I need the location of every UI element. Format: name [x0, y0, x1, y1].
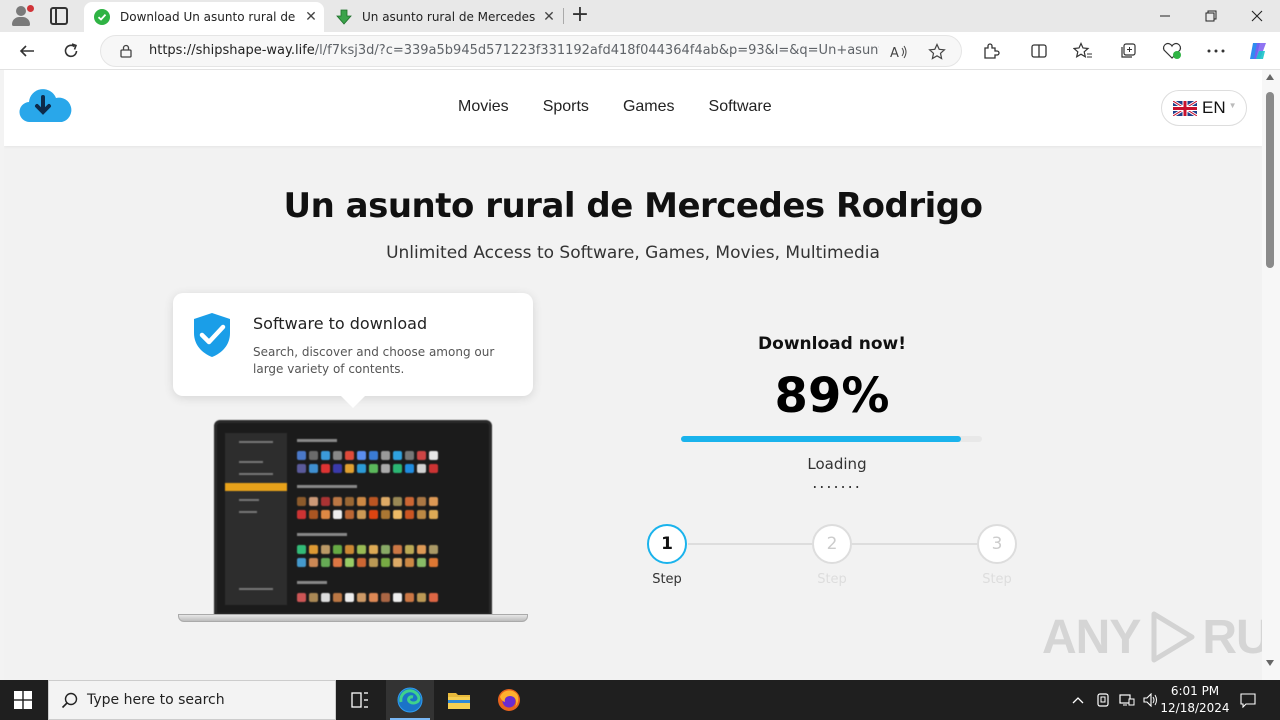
task-view-icon[interactable]	[336, 680, 384, 720]
browser-tab-bar: Download Un asunto rural de Mercedes Rod…	[0, 0, 1280, 32]
language-label: EN	[1202, 98, 1226, 117]
watermark-right: RUN	[1202, 610, 1262, 664]
menu-item-movies[interactable]: Movies	[458, 98, 509, 116]
new-tab-icon[interactable]: +	[568, 4, 592, 28]
card-title: Software to download	[253, 314, 428, 333]
search-placeholder: Type here to search	[87, 692, 225, 708]
tab-separator	[563, 8, 564, 24]
network-icon[interactable]	[1116, 680, 1138, 720]
scroll-down-icon[interactable]	[1266, 660, 1274, 666]
url-text[interactable]: https://shipshape-way.life/l/f7ksj3d/?c=…	[149, 43, 879, 58]
step-3-label: Step	[982, 572, 1012, 587]
split-screen-icon[interactable]	[1024, 37, 1054, 65]
tab-title: Download Un asunto rural de Mercedes Rod…	[120, 10, 298, 24]
info-card: Software to download Search, discover an…	[173, 293, 533, 408]
notifications-icon[interactable]	[1236, 680, 1260, 720]
cloud-download-icon[interactable]	[18, 88, 72, 126]
check-circle-icon	[94, 9, 110, 25]
page-title: Un asunto rural de Mercedes Rodrigo	[283, 186, 983, 226]
browser-toolbar: https://shipshape-way.life/l/f7ksj3d/?c=…	[0, 32, 1280, 70]
taskbar-search-box[interactable]: Type here to search	[48, 680, 336, 720]
loading-dots: .......	[812, 473, 862, 492]
copilot-icon[interactable]	[1243, 37, 1273, 65]
menu-item-software[interactable]: Software	[709, 98, 772, 116]
tab-title: Un asunto rural de Mercedes Rodrigo	[362, 10, 536, 24]
svg-text:A: A	[890, 46, 899, 60]
windows-taskbar: Type here to search 6:01 PM 12/18/2024	[0, 680, 1280, 720]
progress-bar	[681, 436, 982, 442]
profile-icon[interactable]	[10, 5, 34, 27]
step-3-circle: 3	[977, 524, 1017, 564]
step-1-label: Step	[652, 572, 682, 587]
language-selector[interactable]: EN ▼	[1161, 90, 1247, 126]
lock-icon[interactable]	[119, 44, 133, 58]
laptop-screen	[214, 420, 492, 616]
shield-check-icon	[194, 313, 230, 357]
anyrun-watermark: ANY RUN	[1042, 608, 1262, 666]
clock-time: 6:01 PM	[1170, 684, 1220, 698]
device-icon[interactable]	[1092, 680, 1114, 720]
watermark-left: ANY	[1042, 610, 1141, 664]
main-menu: Movies Sports Games Software	[458, 98, 772, 116]
url-host: https://shipshape-way.life	[149, 43, 315, 58]
file-explorer-icon[interactable]	[435, 680, 483, 720]
tab-close-icon[interactable]: ✕	[298, 9, 324, 25]
menu-item-sports[interactable]: Sports	[543, 98, 589, 116]
play-icon	[1151, 611, 1195, 663]
menu-item-games[interactable]: Games	[623, 98, 675, 116]
download-title: Download now!	[758, 334, 906, 354]
clock-date: 12/18/2024	[1160, 701, 1230, 715]
extensions-icon[interactable]	[976, 37, 1006, 65]
address-bar[interactable]: https://shipshape-way.life/l/f7ksj3d/?c=…	[100, 35, 962, 67]
page-viewport: Movies Sports Games Software EN ▼ Un asu…	[4, 70, 1262, 680]
tab-second-page[interactable]: Un asunto rural de Mercedes Rodrigo ✕	[326, 2, 562, 32]
minimize-icon[interactable]	[1142, 0, 1188, 32]
windows-start-icon[interactable]	[14, 691, 32, 709]
page-scrollbar[interactable]	[1262, 70, 1280, 680]
close-window-icon[interactable]	[1234, 0, 1280, 32]
back-icon[interactable]	[12, 37, 42, 65]
search-icon	[61, 692, 78, 709]
card-description: Search, discover and choose among our la…	[253, 345, 495, 376]
step-2-label: Step	[817, 572, 847, 587]
loading-label: Loading	[807, 455, 867, 473]
read-aloud-icon[interactable]: A	[889, 42, 909, 62]
collections-icon[interactable]	[1113, 37, 1143, 65]
scrollbar-thumb[interactable]	[1266, 92, 1274, 268]
edge-taskbar-icon[interactable]	[386, 680, 434, 720]
favorite-star-icon[interactable]	[927, 42, 947, 62]
restore-icon[interactable]	[1188, 0, 1234, 32]
url-path: /l/f7ksj3d/?c=339a5b945d571223f331192afd…	[314, 43, 879, 58]
laptop-base	[178, 614, 528, 622]
step-connector	[852, 543, 978, 545]
more-menu-icon[interactable]	[1201, 37, 1231, 65]
site-header: Movies Sports Games Software EN ▼	[4, 70, 1262, 146]
taskbar-clock[interactable]: 6:01 PM 12/18/2024	[1158, 683, 1232, 717]
step-2-circle: 2	[812, 524, 852, 564]
uk-flag-icon	[1173, 100, 1197, 116]
scroll-up-icon[interactable]	[1266, 74, 1274, 80]
show-hidden-icons[interactable]	[1068, 680, 1088, 720]
progress-bar-fill	[681, 436, 961, 442]
tab-actions-icon[interactable]	[50, 7, 68, 25]
step-1-circle: 1	[647, 524, 687, 564]
download-percent: 89%	[774, 368, 890, 424]
step-connector	[688, 543, 812, 545]
refresh-icon[interactable]	[56, 37, 86, 65]
page-subtitle: Unlimited Access to Software, Games, Mov…	[386, 243, 880, 263]
laptop-illustration	[178, 420, 528, 626]
browser-essentials-icon[interactable]	[1157, 37, 1187, 65]
favorites-icon[interactable]	[1068, 37, 1098, 65]
download-arrow-icon	[336, 9, 352, 25]
firefox-icon[interactable]	[485, 680, 533, 720]
tab-close-icon[interactable]: ✕	[536, 9, 562, 25]
chevron-down-icon: ▼	[1228, 100, 1237, 110]
tab-download-page[interactable]: Download Un asunto rural de Mercedes Rod…	[84, 2, 324, 32]
